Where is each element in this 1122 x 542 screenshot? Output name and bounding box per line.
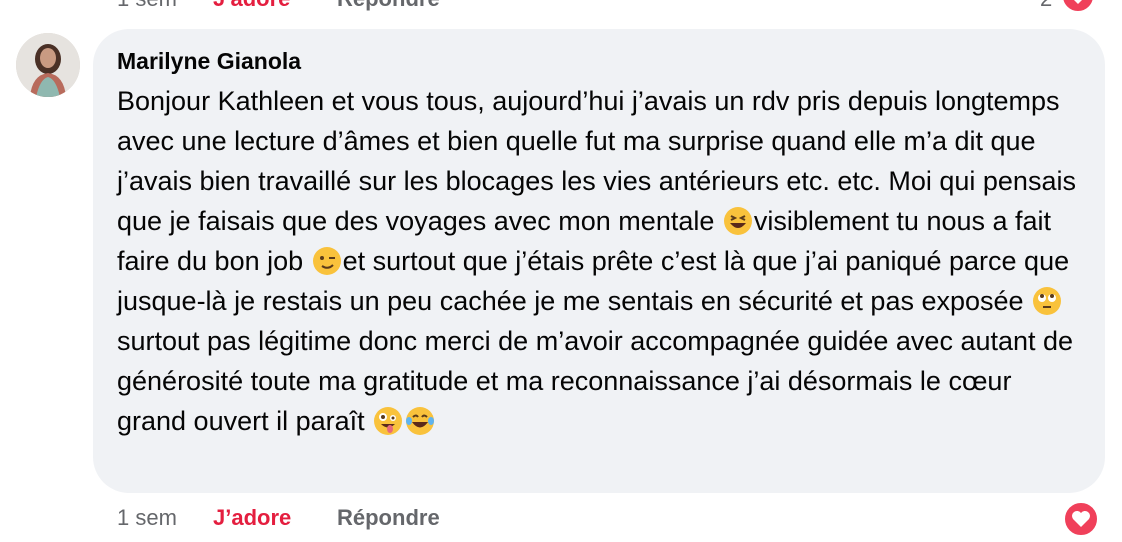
zany-face-icon — [374, 407, 403, 435]
previous-comment-actions: 1 sem J'adore Répondre — [117, 0, 440, 12]
comment-actions: 1 sem J’adore Répondre — [117, 505, 440, 531]
previous-reaction-count: 2 — [1040, 0, 1052, 12]
reply-button[interactable]: Répondre — [337, 505, 440, 531]
grinning-squinting-face-icon — [723, 207, 752, 235]
winking-face-icon — [312, 247, 341, 275]
like-button[interactable]: J’adore — [213, 505, 337, 531]
face-with-tears-of-joy-icon — [406, 407, 435, 435]
comment-text-part: surtout pas légitime donc merci de m’avo… — [117, 326, 1074, 436]
comment-text: Bonjour Kathleen et vous tous, aujourd’h… — [117, 81, 1081, 441]
heart-icon[interactable] — [1062, 500, 1100, 538]
previous-comment-time: 1 sem — [117, 0, 213, 12]
avatar[interactable] — [16, 33, 80, 97]
comment-author[interactable]: Marilyne Gianola — [117, 45, 1081, 77]
previous-reply-button[interactable]: Répondre — [337, 0, 440, 12]
comment-time[interactable]: 1 sem — [117, 505, 213, 531]
face-with-rolling-eyes-icon — [1033, 287, 1062, 315]
heart-icon[interactable] — [1060, 0, 1096, 14]
previous-like-button[interactable]: J'adore — [213, 0, 337, 12]
comment-bubble: Marilyne Gianola Bonjour Kathleen et vou… — [93, 29, 1105, 493]
